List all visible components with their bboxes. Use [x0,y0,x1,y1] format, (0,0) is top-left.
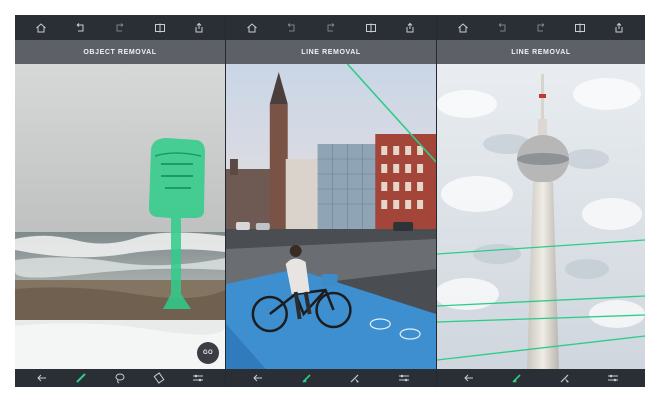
mode-title: OBJECT REMOVAL [15,40,225,64]
redo-icon[interactable] [533,20,549,36]
app-frame: OBJECT REMOVAL GO LINE REMOVAL LINE REMO… [15,15,645,387]
bottom-toolbar [15,369,225,387]
share-icon[interactable] [402,20,418,36]
home-icon[interactable] [455,20,471,36]
top-toolbar [15,15,225,40]
line-brush-icon[interactable] [299,371,315,385]
bottom-toolbar [437,369,645,387]
line-brush-icon[interactable] [509,371,525,385]
line-removal-street-panel: LINE REMOVAL [226,15,436,387]
mode-title: LINE REMOVAL [437,40,645,64]
compare-icon[interactable] [572,20,588,36]
back-arrow-icon[interactable] [461,371,477,385]
line-select-icon[interactable] [347,371,363,385]
home-icon[interactable] [33,20,49,36]
compare-icon[interactable] [363,20,379,36]
redo-icon[interactable] [112,20,128,36]
line-select-icon[interactable] [557,371,573,385]
redo-icon[interactable] [323,20,339,36]
settings-sliders-icon[interactable] [396,371,412,385]
eraser-icon[interactable] [151,371,167,385]
undo-icon[interactable] [494,20,510,36]
undo-icon[interactable] [283,20,299,36]
bottom-toolbar [226,369,436,387]
share-icon[interactable] [611,20,627,36]
lasso-icon[interactable] [112,371,128,385]
tower-photo [437,64,645,369]
settings-sliders-icon[interactable] [605,371,621,385]
settings-sliders-icon[interactable] [190,371,206,385]
compare-icon[interactable] [152,20,168,36]
home-icon[interactable] [244,20,260,36]
street-photo [226,64,436,369]
top-toolbar [226,15,436,40]
beach-photo: GO [15,64,225,369]
top-toolbar [437,15,645,40]
undo-icon[interactable] [72,20,88,36]
go-button[interactable]: GO [197,342,219,364]
brush-icon[interactable] [73,371,89,385]
back-arrow-icon[interactable] [250,371,266,385]
mode-title: LINE REMOVAL [226,40,436,64]
object-removal-panel: OBJECT REMOVAL GO [15,15,225,387]
back-arrow-icon[interactable] [34,371,50,385]
line-removal-tower-panel: LINE REMOVAL [437,15,645,387]
share-icon[interactable] [191,20,207,36]
